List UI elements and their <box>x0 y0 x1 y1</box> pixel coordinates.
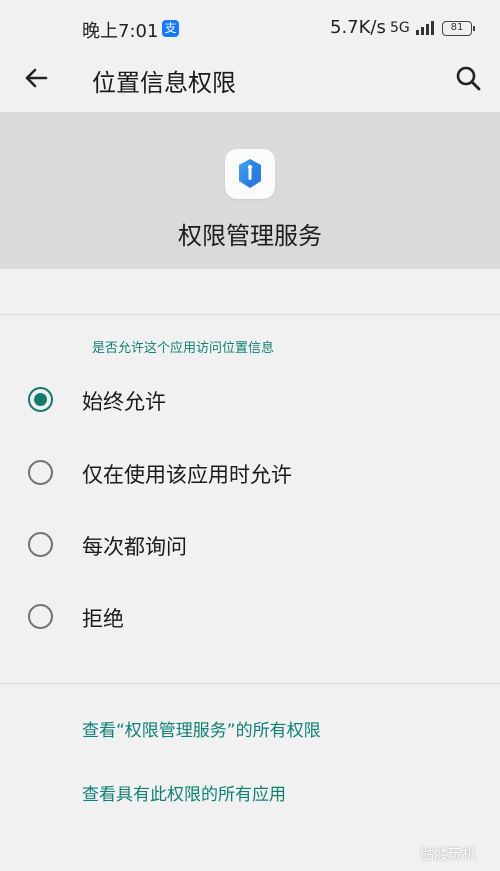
divider <box>0 683 500 684</box>
app-name: 权限管理服务 <box>178 222 322 250</box>
permission-question: 是否允许这个应用访问位置信息 <box>92 341 275 356</box>
shield-icon <box>239 159 261 188</box>
option-allow-while-using[interactable]: 仅在使用该应用时允许 <box>0 445 500 501</box>
status-time: 晚上7:01 <box>82 21 159 42</box>
divider <box>0 314 500 315</box>
app-icon <box>225 149 275 199</box>
network-speed: 5.7K/s <box>330 17 386 38</box>
option-deny[interactable]: 拒绝 <box>0 589 500 645</box>
option-label: 仅在使用该应用时允许 <box>82 463 292 487</box>
radio-button[interactable] <box>28 532 53 557</box>
option-label: 始终允许 <box>82 390 166 414</box>
option-label: 每次都询问 <box>82 535 187 559</box>
view-all-apps-link[interactable]: 查看具有此权限的所有应用 <box>82 780 286 805</box>
search-icon[interactable] <box>454 64 484 94</box>
page-title: 位置信息权限 <box>92 69 236 97</box>
status-bar: 晚上7:01 支 5.7K/s 5G 81 <box>0 0 500 50</box>
view-all-permissions-link[interactable]: 查看“权限管理服务”的所有权限 <box>82 716 321 741</box>
radio-button-checked[interactable] <box>28 387 53 412</box>
back-arrow-icon[interactable] <box>20 62 52 94</box>
alipay-notification-icon: 支 <box>162 20 179 37</box>
watermark: 骷髅玩机 <box>420 847 476 863</box>
option-label: 拒绝 <box>82 607 124 631</box>
app-header: 权限管理服务 <box>0 112 500 269</box>
battery-icon: 81 <box>442 21 475 36</box>
radio-button[interactable] <box>28 460 53 485</box>
app-bar: 位置信息权限 <box>0 50 500 112</box>
option-ask-every-time[interactable]: 每次都询问 <box>0 517 500 573</box>
option-always-allow[interactable]: 始终允许 <box>0 372 500 428</box>
radio-button[interactable] <box>28 604 53 629</box>
signal-icon <box>416 21 434 35</box>
network-type: 5G <box>390 20 410 36</box>
